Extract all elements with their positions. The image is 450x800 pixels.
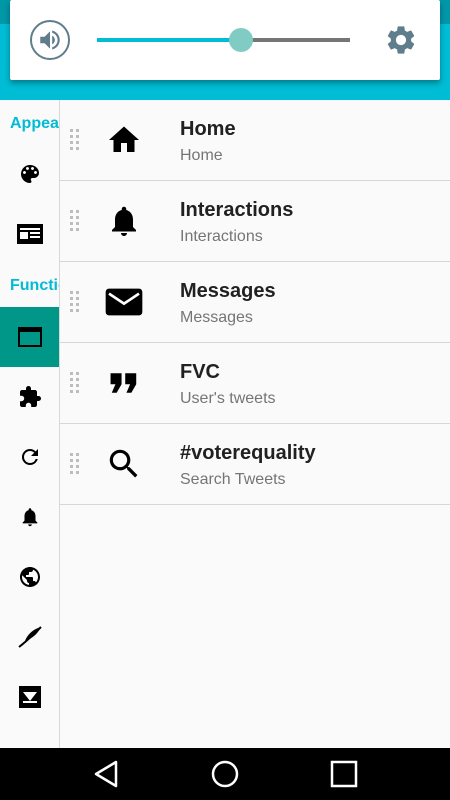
drag-handle-icon[interactable] <box>69 290 81 314</box>
system-nav-bar <box>0 748 450 800</box>
sidebar-item-compose[interactable] <box>0 607 59 667</box>
section-label-functionality: Functionality <box>10 277 59 294</box>
row-subtitle: User's tweets <box>180 390 276 407</box>
volume-panel <box>10 0 440 80</box>
puzzle-icon <box>19 386 41 407</box>
section-label-appearance: Appearance <box>10 115 59 132</box>
globe-icon <box>19 567 40 587</box>
browser-window-icon <box>17 327 42 347</box>
bell-icon <box>112 206 136 236</box>
row-icon-box <box>104 444 144 484</box>
row-icon-box <box>104 201 144 241</box>
list-item[interactable]: Home Home <box>60 100 450 181</box>
mailbox-icon <box>18 686 41 708</box>
volume-slider-thumb[interactable] <box>229 28 254 52</box>
mail-icon <box>105 288 143 316</box>
speaker-icon <box>40 30 60 50</box>
list-item[interactable]: FVC User's tweets <box>60 343 450 424</box>
row-subtitle: Messages <box>180 309 253 326</box>
drag-handle-icon[interactable] <box>69 209 81 233</box>
sidebar-item-about[interactable] <box>0 667 59 727</box>
article-icon <box>16 224 43 244</box>
quote-icon <box>110 373 137 393</box>
volume-toggle-button[interactable] <box>30 20 70 60</box>
row-title: FVC <box>180 361 220 383</box>
sidebar-item-notifications[interactable] <box>0 487 59 547</box>
search-icon <box>109 449 138 478</box>
drag-handle-icon[interactable] <box>69 128 81 152</box>
volume-slider-fill <box>97 38 242 42</box>
volume-slider[interactable] <box>97 28 350 52</box>
sidebar-item-tabs[interactable] <box>0 307 59 367</box>
list-item[interactable]: #voterequality Search Tweets <box>60 424 450 505</box>
gear-icon[interactable] <box>384 23 418 57</box>
recents-icon[interactable] <box>328 758 360 790</box>
row-title: Home <box>180 118 236 140</box>
sidebar-item-extensions[interactable] <box>0 367 59 427</box>
sidebar-item-refresh[interactable] <box>0 427 59 487</box>
bell-icon <box>22 508 37 527</box>
row-subtitle: Home <box>180 147 223 164</box>
list-item[interactable]: Interactions Interactions <box>60 181 450 262</box>
row-title: #voterequality <box>180 442 316 464</box>
home-circle-icon[interactable] <box>209 758 241 790</box>
row-title: Messages <box>180 280 276 302</box>
settings-sidebar: Appearance Functionality <box>0 100 60 748</box>
row-icon-box <box>104 120 144 160</box>
sidebar-item-palette[interactable] <box>0 144 59 204</box>
sidebar-item-article[interactable] <box>0 204 59 264</box>
row-subtitle: Search Tweets <box>180 471 286 488</box>
drag-handle-icon[interactable] <box>69 452 81 476</box>
row-icon-box <box>104 282 144 322</box>
row-icon-box <box>104 363 144 403</box>
drag-handle-icon[interactable] <box>69 371 81 395</box>
feather-icon <box>17 626 42 648</box>
tab-list: Home Home Interactions Interactions Mess… <box>60 100 450 505</box>
refresh-icon <box>21 448 38 465</box>
list-item[interactable]: Messages Messages <box>60 262 450 343</box>
row-title: Interactions <box>180 199 294 221</box>
sidebar-item-network[interactable] <box>0 547 59 607</box>
row-subtitle: Interactions <box>180 228 263 245</box>
back-icon[interactable] <box>90 758 122 790</box>
palette-icon <box>20 165 39 183</box>
home-icon <box>109 126 139 152</box>
